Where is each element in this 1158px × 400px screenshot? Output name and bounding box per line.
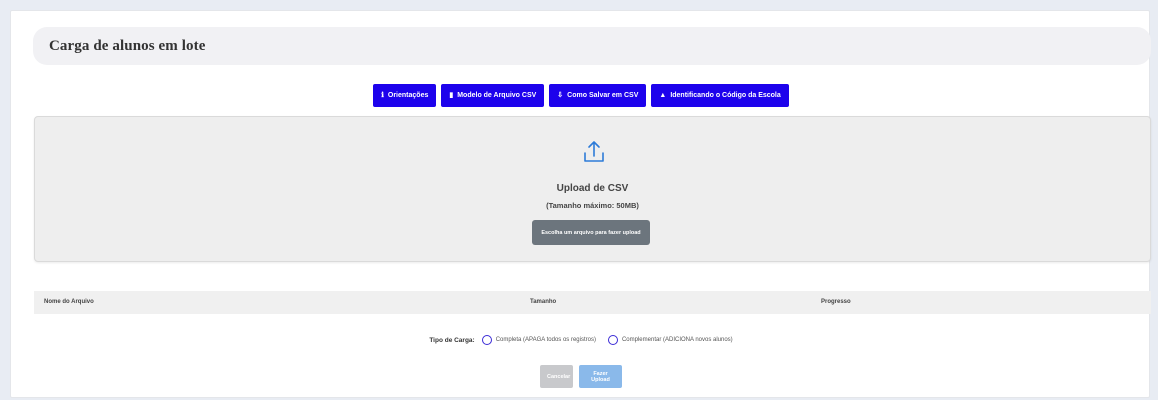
save-icon: ⇩ [557,92,564,99]
action-buttons: Cancelar Fazer Upload [11,365,1151,388]
upload-title: Upload de CSV [556,183,629,194]
page-header: Carga de alunos em lote [33,27,1151,65]
modelo-csv-button[interactable]: ▮ Modelo de Arquivo CSV [441,84,545,107]
orientacoes-button[interactable]: ℹ Orientações [373,84,437,107]
radio-complete[interactable] [481,335,492,345]
radio-complementary-label: Complementar (ADICIONA novos alunos) [621,337,733,343]
radio-complete-label: Completa (APAGA todos os registros) [495,337,596,343]
main-card: Carga de alunos em lote ℹ Orientações ▮ … [10,10,1151,398]
upload-size-limit: (Tamanho máximo: 50MB) [546,201,639,210]
column-header-size: Tamanho [530,299,557,305]
salvar-csv-label: Como Salvar em CSV [567,92,639,99]
salvar-csv-button[interactable]: ⇩ Como Salvar em CSV [549,84,647,107]
choose-file-button[interactable]: Escolha um arquivo para fazer upload [532,220,650,245]
info-icon: ℹ [381,92,384,99]
help-toolbar: ℹ Orientações ▮ Modelo de Arquivo CSV ⇩ … [11,84,1151,107]
orientacoes-label: Orientações [387,92,429,99]
column-header-filename: Nome do Arquivo [44,299,94,305]
load-type-label: Tipo de Carga: [429,336,475,344]
codigo-escola-button[interactable]: ▲ Identificando o Código da Escola [651,84,789,107]
page-title: Carga de alunos em lote [49,37,206,54]
load-type-option-complete[interactable]: Completa (APAGA todos os registros) [481,335,596,345]
column-header-progress: Progresso [821,299,851,305]
load-type-group: Tipo de Carga: Completa (APAGA todos os … [11,333,1151,347]
modelo-csv-label: Modelo de Arquivo CSV [457,92,537,99]
load-type-option-complementary[interactable]: Complementar (ADICIONA novos alunos) [607,335,733,345]
upload-button[interactable]: Fazer Upload [579,365,622,388]
files-table-header: Nome do Arquivo Tamanho Progresso [34,291,1151,314]
radio-complementary[interactable] [607,335,618,345]
upload-icon [584,141,604,162]
codigo-escola-label: Identificando o Código da Escola [670,92,781,99]
file-icon: ▮ [449,92,454,99]
upload-dropzone[interactable]: Upload de CSV (Tamanho máximo: 50MB) Esc… [34,116,1151,262]
cancel-button[interactable]: Cancelar [540,365,573,388]
search-icon: ▲ [659,92,667,99]
